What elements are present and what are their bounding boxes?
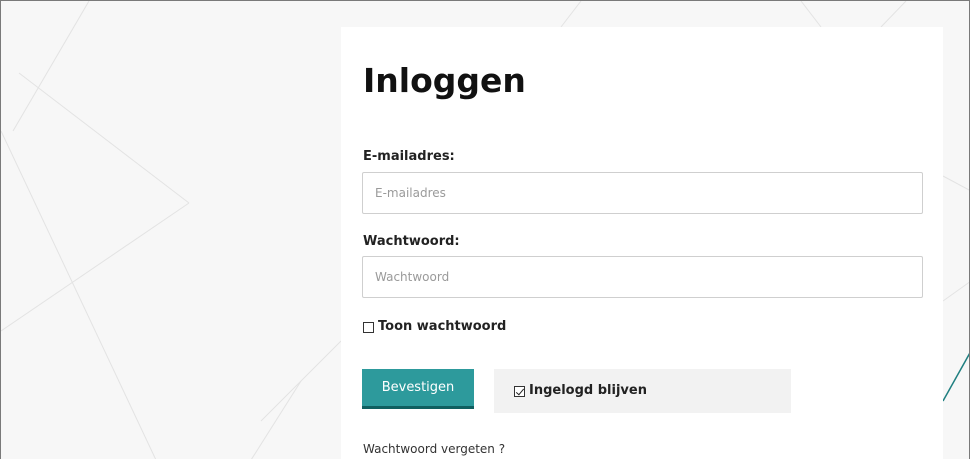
page-background: Inloggen E-mailadres: Wachtwoord: Toon w… xyxy=(0,0,970,459)
login-card: Inloggen E-mailadres: Wachtwoord: Toon w… xyxy=(341,27,943,459)
email-field[interactable] xyxy=(362,172,923,214)
remember-me-toggle[interactable]: Ingelogd blijven xyxy=(494,369,791,413)
password-field[interactable] xyxy=(362,256,923,298)
password-label: Wachtwoord: xyxy=(363,234,460,249)
show-password-toggle[interactable]: Toon wachtwoord xyxy=(363,319,506,335)
email-label: E-mailadres: xyxy=(363,149,455,164)
forgot-password-link[interactable]: Wachtwoord vergeten ? xyxy=(363,441,505,457)
remember-me-checkbox[interactable] xyxy=(514,385,525,397)
page-title: Inloggen xyxy=(363,61,526,100)
submit-button[interactable]: Bevestigen xyxy=(362,369,474,409)
show-password-checkbox[interactable] xyxy=(363,321,374,333)
show-password-label: Toon wachtwoord xyxy=(378,319,507,334)
remember-me-label: Ingelogd blijven xyxy=(529,383,647,398)
